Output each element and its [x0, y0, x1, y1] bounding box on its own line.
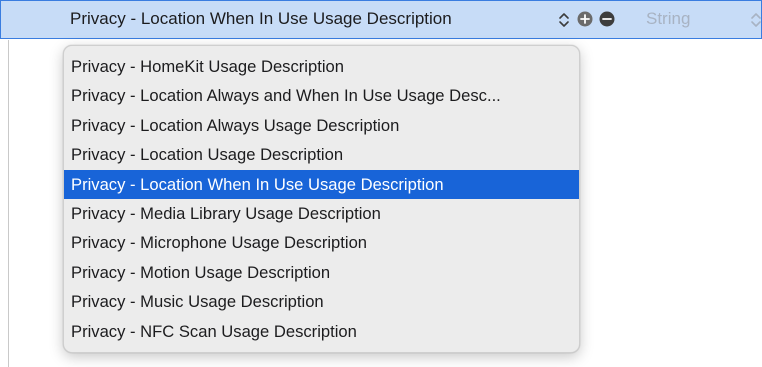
add-icon[interactable] — [577, 11, 593, 27]
plist-type-field[interactable]: String — [646, 9, 690, 29]
stepper-icon[interactable] — [557, 9, 571, 31]
menu-item[interactable]: Privacy - Location Always Usage Descript… — [64, 111, 579, 140]
menu-item[interactable]: Privacy - Media Library Usage Descriptio… — [64, 199, 579, 228]
remove-icon[interactable] — [599, 11, 615, 27]
menu-item[interactable]: Privacy - Motion Usage Description — [64, 258, 579, 287]
plist-key-field[interactable]: Privacy - Location When In Use Usage Des… — [70, 9, 452, 29]
menu-item[interactable]: Privacy - HomeKit Usage Description — [64, 52, 579, 81]
menu-item-selected[interactable]: Privacy - Location When In Use Usage Des… — [64, 169, 579, 199]
menu-item[interactable]: Privacy - Location Always and When In Us… — [64, 81, 579, 110]
menu-item[interactable]: Privacy - Location Usage Description — [64, 140, 579, 169]
menu-item[interactable]: Privacy - NFC Scan Usage Description — [64, 317, 579, 346]
menu-item[interactable]: Privacy - Music Usage Description — [64, 287, 579, 316]
left-column-divider — [0, 40, 9, 367]
plist-selected-row[interactable]: Privacy - Location When In Use Usage Des… — [0, 0, 762, 39]
menu-item[interactable]: Privacy - Microphone Usage Description — [64, 228, 579, 257]
key-dropdown-menu: Privacy - HomeKit Usage Description Priv… — [63, 45, 580, 353]
type-stepper-icon[interactable] — [749, 9, 762, 31]
